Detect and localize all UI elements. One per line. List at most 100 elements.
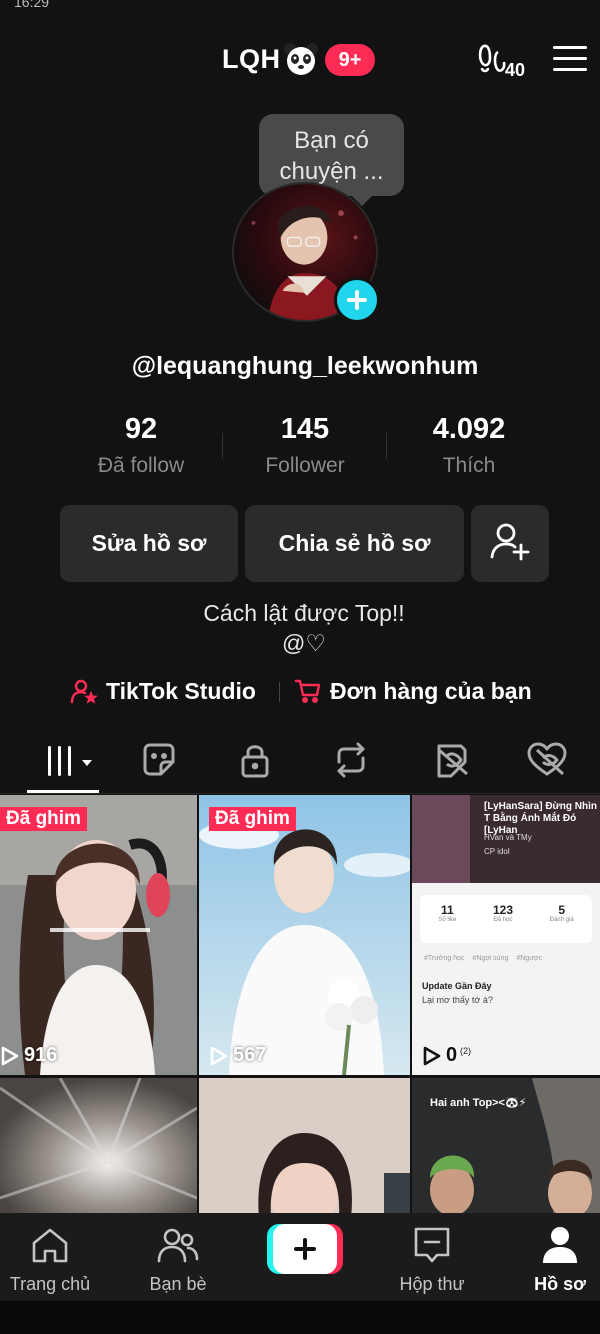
view-count: 567: [209, 1044, 266, 1067]
view-count-value: 0: [446, 1044, 458, 1066]
edit-profile-button[interactable]: Sửa hồ sơ: [60, 505, 238, 582]
video-thumbnail[interactable]: [0, 1078, 197, 1215]
video-overlay-banner: [LyHanSara] Đừng Nhìn T Bằng Ánh Mắt Đó …: [412, 795, 600, 883]
user-star-icon: [70, 679, 98, 704]
stat-followers[interactable]: 145 Follower: [223, 413, 387, 478]
nav-inbox-label: Hộp thư: [399, 1274, 465, 1294]
status-time: 16:29: [14, 0, 50, 10]
video-overlay-title: Hai anh Top><🐼⚡: [430, 1097, 527, 1109]
add-user-icon: [490, 523, 530, 561]
video-overlay-tags: #Trường học #Ngọt sủng #Ngược: [424, 955, 542, 962]
pinned-badge: Đã ghim: [0, 807, 87, 831]
stat-following-label: Đã follow: [97, 454, 185, 477]
video-overlay-question: Lại mơ thấy tớ à?: [422, 995, 493, 1005]
nav-home[interactable]: Trang chủ: [6, 1225, 94, 1295]
view-count: 0: [422, 1044, 457, 1067]
tab-favorites[interactable]: [137, 738, 181, 782]
video-overlay-stats: 11 Số like 123 Đã học 5 Đánh giá: [420, 895, 592, 943]
add-friend-button[interactable]: [471, 505, 549, 582]
hidden-tag-icon: [437, 744, 468, 778]
overlay-stat: 5 Đánh giá: [549, 903, 574, 923]
tab-videos[interactable]: [44, 738, 100, 782]
stat-likes-value: 4.092: [432, 413, 506, 445]
tiktok-studio-link[interactable]: TikTok Studio: [70, 674, 256, 708]
bottom-navigation: Trang chủ Bạn bè Hộp thư Hồ sơ: [0, 1213, 600, 1301]
sticker-icon: [143, 743, 175, 776]
header-title[interactable]: LQH: [222, 44, 281, 75]
profile-stats: 92 Đã follow 145 Follower 4.092 Thích: [0, 413, 600, 483]
nav-inbox[interactable]: Hộp thư: [388, 1225, 476, 1295]
video-cover-image: [0, 1078, 197, 1215]
view-count-value: 567: [233, 1044, 267, 1066]
video-cover-image: [199, 795, 410, 1075]
video-overlay-title: [LyHanSara] Đừng Nhìn T Bằng Ánh Mắt Đó …: [484, 801, 597, 836]
links-divider: [279, 682, 280, 702]
video-cover-image: [199, 1078, 410, 1215]
home-icon: [32, 1228, 68, 1263]
share-profile-button[interactable]: Chia sẻ hồ sơ: [245, 505, 464, 582]
content-tabs: [0, 732, 600, 794]
video-thumbnail[interactable]: [LyHanSara] Đừng Nhìn T Bằng Ánh Mắt Đó …: [412, 795, 600, 1075]
video-overlay-thumb: [412, 795, 470, 883]
nav-profile-label: Hồ sơ: [534, 1274, 586, 1294]
steps-count: 40: [505, 60, 526, 80]
video-thumbnail[interactable]: [199, 1078, 410, 1215]
view-count-value: 916: [24, 1044, 58, 1066]
nav-home-label: Trang chủ: [9, 1274, 91, 1294]
video-overlay-sub2: CP idol: [484, 847, 510, 856]
plus-icon: [273, 1224, 337, 1274]
profile-bio: Cách lật được Top!! @♡: [0, 598, 600, 658]
cart-icon: [294, 679, 321, 704]
overlay-stat: 123 Đã học: [492, 903, 513, 923]
video-overlay-update: Update Gần Đây: [422, 981, 492, 991]
view-count: 916: [0, 1044, 57, 1067]
video-overlay-sub1: HVan và TMy: [484, 833, 532, 842]
notification-badge[interactable]: 9+: [325, 44, 375, 76]
video-cover-image: [0, 795, 197, 1075]
video-thumbnail[interactable]: Đã ghim 916: [0, 795, 197, 1075]
stat-likes[interactable]: 4.092 Thích: [387, 413, 551, 478]
bio-line-2: @♡: [282, 630, 326, 656]
orders-link[interactable]: Đơn hàng của bạn: [294, 674, 532, 708]
tab-private[interactable]: [233, 738, 277, 782]
active-tab-indicator: [27, 790, 99, 793]
profile-header: LQH 9+ 40: [0, 38, 600, 88]
stat-likes-label: Thích: [442, 454, 496, 477]
bio-line-1: Cách lật được Top!!: [203, 600, 405, 626]
panda-emoji-icon: [284, 43, 318, 75]
system-navigation-bar: [0, 1301, 600, 1334]
play-icon: [210, 1046, 228, 1065]
note-bubble[interactable]: Bạn có chuyện ...: [259, 114, 404, 196]
profile-username: @lequanghung_leekwonhum: [131, 352, 479, 380]
video-thumbnail[interactable]: Đã ghim 567: [199, 795, 410, 1075]
stat-following-value: 92: [124, 413, 158, 445]
play-icon: [423, 1046, 441, 1065]
nav-friends[interactable]: Bạn bè: [134, 1225, 222, 1295]
add-avatar-button[interactable]: [334, 277, 380, 323]
create-button[interactable]: [267, 1224, 343, 1274]
play-icon: [1, 1046, 19, 1065]
stat-following[interactable]: 92 Đã follow: [59, 413, 223, 478]
inbox-icon: [414, 1227, 450, 1263]
profile-links: TikTok Studio Đơn hàng của bạn: [0, 674, 600, 708]
nav-friends-label: Bạn bè: [149, 1274, 207, 1294]
hidden-heart-icon: [527, 742, 567, 776]
tab-reposts[interactable]: [329, 738, 373, 782]
tab-liked[interactable]: [525, 738, 569, 782]
footprints-icon[interactable]: [478, 42, 508, 78]
menu-icon[interactable]: [553, 46, 587, 72]
tab-hidden[interactable]: [429, 738, 473, 782]
video-thumbnail[interactable]: Hai anh Top><🐼⚡: [412, 1078, 600, 1215]
nav-profile[interactable]: Hồ sơ: [516, 1225, 600, 1295]
video-grid: Đã ghim 916 Đã ghim 567 [LyHanSara] Đừng…: [0, 795, 600, 1215]
status-bar: 16:29: [0, 0, 600, 14]
profile-icon: [543, 1227, 577, 1263]
orders-label: Đơn hàng của bạn: [330, 677, 532, 704]
repost-icon: [337, 742, 365, 778]
grid-lines-icon: [48, 746, 92, 776]
stat-followers-value: 145: [280, 413, 330, 445]
tiktok-studio-label: TikTok Studio: [106, 677, 256, 704]
friends-icon: [157, 1228, 199, 1263]
stat-followers-label: Follower: [265, 454, 345, 477]
overlay-stat: 11 Số like: [438, 903, 457, 923]
